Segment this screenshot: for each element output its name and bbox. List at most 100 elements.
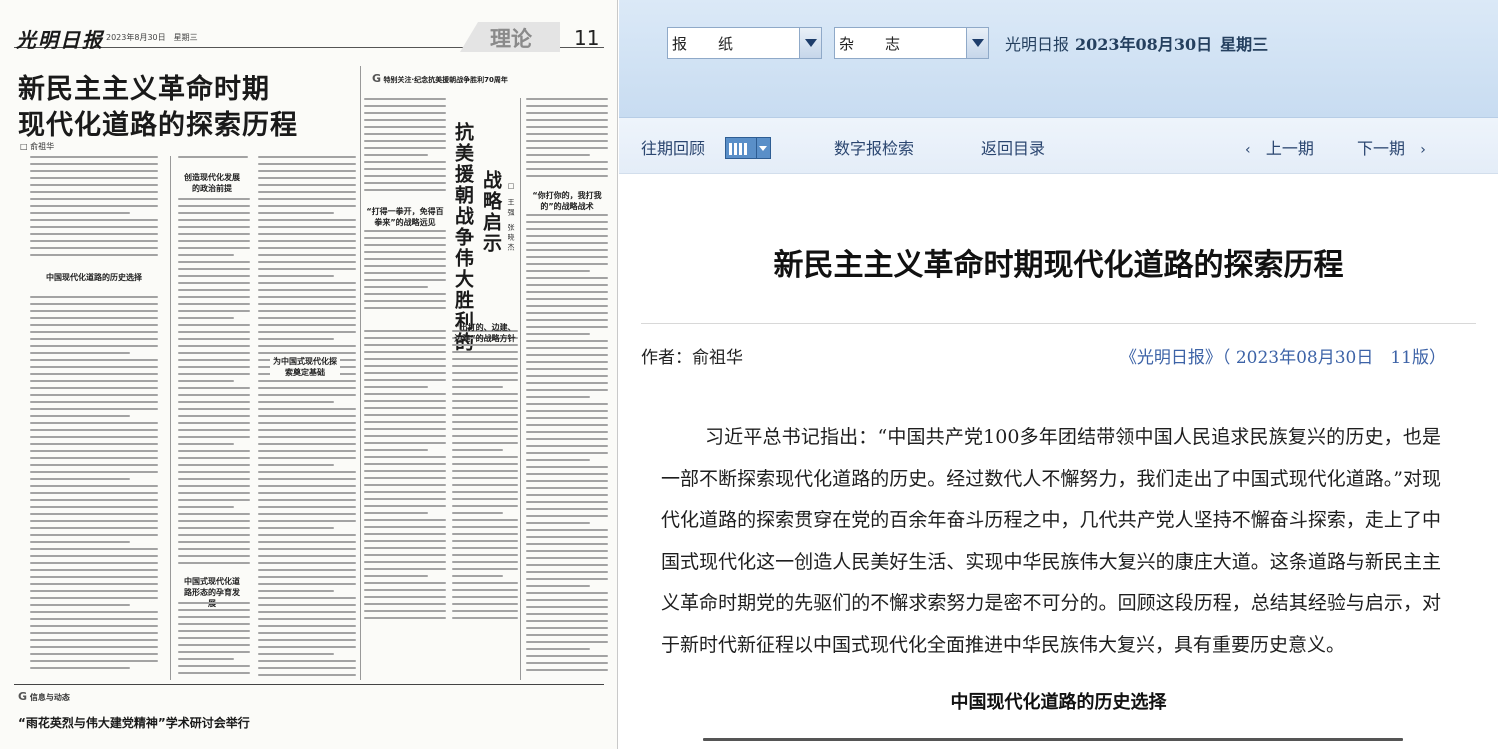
text-line xyxy=(526,424,608,426)
text-line xyxy=(30,233,158,235)
text-line xyxy=(452,435,518,437)
text-line xyxy=(258,639,356,641)
text-line xyxy=(364,554,446,556)
text-line xyxy=(526,133,608,135)
text-line xyxy=(526,487,608,489)
text-line xyxy=(258,492,356,494)
text-line xyxy=(526,459,590,461)
text-line xyxy=(178,254,235,256)
text-line xyxy=(178,513,250,515)
text-line xyxy=(452,351,518,353)
text-line xyxy=(452,554,518,556)
text-line xyxy=(526,634,608,636)
issue-date: 2023年08月30日 xyxy=(1075,35,1213,54)
article-source[interactable]: 《光明日报》（ 2023年08月30日 11版） xyxy=(1120,343,1446,368)
text-line xyxy=(364,189,446,191)
text-line xyxy=(364,98,446,100)
text-line xyxy=(258,457,356,459)
text-line xyxy=(258,618,356,620)
text-line xyxy=(258,191,356,193)
text-line xyxy=(364,512,428,514)
text-line xyxy=(526,627,608,629)
info-strip[interactable]: G 信息与动态 “雨花英烈与伟大建党精神”学术研讨会举行 xyxy=(14,684,604,749)
text-line xyxy=(526,305,608,307)
text-line xyxy=(364,182,446,184)
text-line xyxy=(452,582,518,584)
text-line xyxy=(30,212,130,214)
text-line xyxy=(364,575,428,577)
chevron-down-icon[interactable] xyxy=(966,28,988,58)
prev-issue-link[interactable]: ‹ 上一期 xyxy=(1245,135,1314,159)
text-column xyxy=(178,198,250,570)
page-headline[interactable]: 新民主主义革命时期 现代化道路的探索历程 xyxy=(18,72,298,144)
text-line xyxy=(30,520,158,522)
text-line xyxy=(526,543,608,545)
prev-issue-label: 上一期 xyxy=(1265,139,1314,158)
newspaper-page-image[interactable]: 光明日报 2023年8月30日 星期三 理论 11 新民主主义革命时期 现代化道… xyxy=(0,0,618,749)
calendar-icon[interactable] xyxy=(725,137,757,159)
text-line xyxy=(452,491,518,493)
text-line xyxy=(30,366,158,368)
magazine-select[interactable]: 杂 志 xyxy=(834,27,989,59)
text-line xyxy=(452,477,518,479)
text-column xyxy=(30,296,158,676)
text-line xyxy=(178,303,250,305)
feature-headline-line1[interactable]: 抗美援朝战争伟大胜利的 xyxy=(452,122,474,353)
text-line xyxy=(364,463,446,465)
text-line xyxy=(258,646,356,648)
text-line xyxy=(30,611,158,613)
page-headline-line1: 新民主主义革命时期 xyxy=(18,74,270,105)
back-to-index-link[interactable]: 返回目录 xyxy=(981,135,1045,159)
text-line xyxy=(364,540,446,542)
text-line xyxy=(364,491,446,493)
text-line xyxy=(178,156,248,158)
digital-search-link[interactable]: 数字报检索 xyxy=(834,135,914,159)
text-line xyxy=(452,400,518,402)
text-line xyxy=(258,541,356,543)
text-line xyxy=(258,583,356,585)
text-line xyxy=(30,492,158,494)
text-line xyxy=(178,527,250,529)
text-line xyxy=(364,407,446,409)
text-line xyxy=(258,408,356,410)
masthead-meta: 2023年8月30日 星期三 xyxy=(106,33,198,42)
text-line xyxy=(258,156,356,158)
text-line xyxy=(30,373,158,375)
calendar-dropdown-icon[interactable] xyxy=(757,137,771,159)
feature-banner-text: 特别关注·纪念抗美援朝战争胜利70周年 xyxy=(383,76,508,84)
chevron-down-icon[interactable] xyxy=(799,28,821,58)
text-line xyxy=(452,568,518,570)
newspaper-select[interactable]: 报 纸 xyxy=(667,27,822,59)
text-line xyxy=(258,261,356,263)
text-line xyxy=(258,233,356,235)
text-line xyxy=(258,170,356,172)
text-line xyxy=(258,485,356,487)
text-line xyxy=(526,291,608,293)
text-line xyxy=(258,443,356,445)
text-line xyxy=(258,296,356,298)
feature-headline-line2[interactable]: 战略启示 xyxy=(480,170,502,254)
text-line xyxy=(526,592,608,594)
text-line xyxy=(364,484,446,486)
text-line xyxy=(258,450,356,452)
text-line xyxy=(526,175,608,177)
text-line xyxy=(178,324,250,326)
text-line xyxy=(526,508,608,510)
text-line xyxy=(526,662,608,664)
text-line xyxy=(178,296,250,298)
text-line xyxy=(526,585,590,587)
text-line xyxy=(526,669,608,671)
text-line xyxy=(30,485,158,487)
text-line xyxy=(526,473,608,475)
next-issue-link[interactable]: 下一期 › xyxy=(1357,135,1426,159)
column-subhead: 中国现代化道路的历史选择 xyxy=(46,273,142,282)
text-line xyxy=(364,505,446,507)
text-line xyxy=(452,463,518,465)
text-line xyxy=(178,457,250,459)
text-line xyxy=(258,604,356,606)
text-line xyxy=(30,506,158,508)
text-line xyxy=(30,548,158,550)
past-issues-link[interactable]: 往期回顾 xyxy=(641,135,705,159)
text-line xyxy=(178,623,250,625)
text-column xyxy=(452,330,518,630)
